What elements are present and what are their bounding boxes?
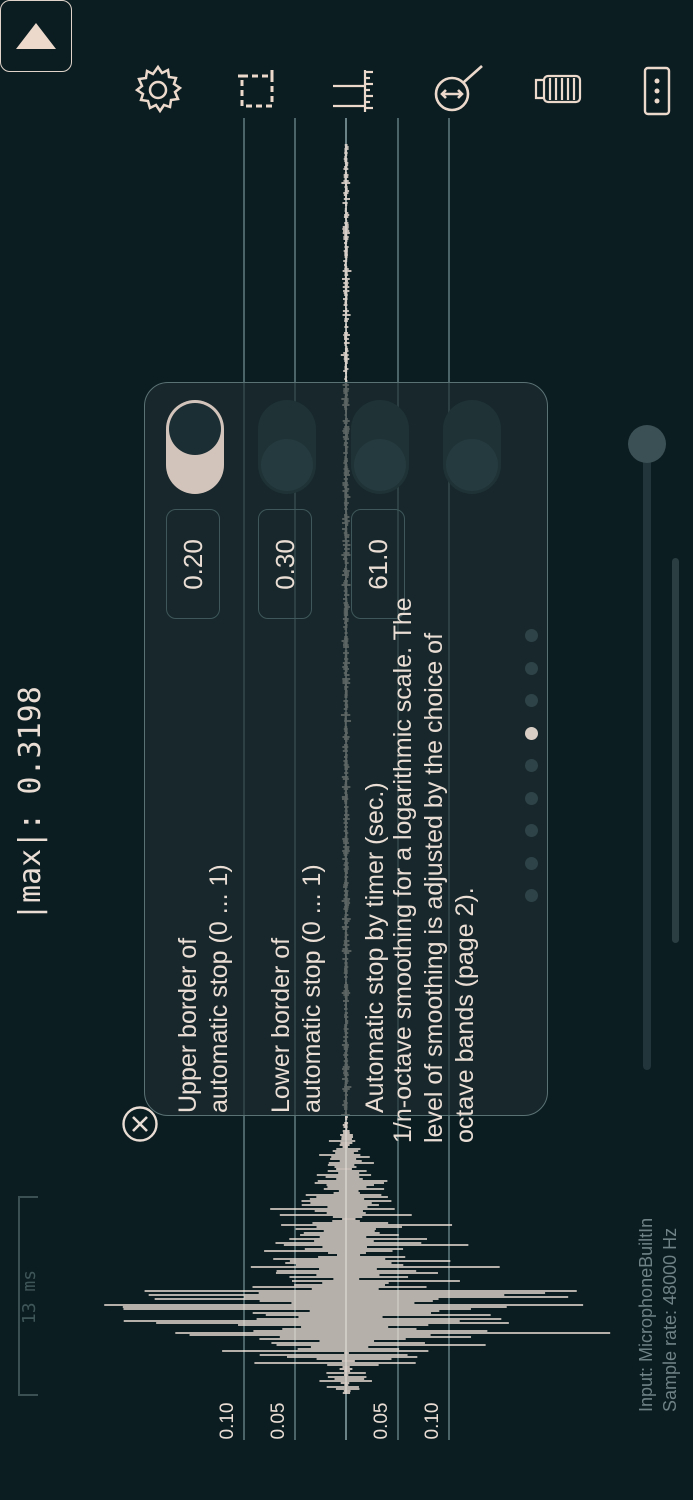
scrollbar[interactable]	[672, 558, 679, 943]
axis-label: 0.10	[422, 1402, 443, 1440]
axis-label: 0.05	[268, 1402, 289, 1440]
axis-label: 0.10	[217, 1402, 238, 1440]
upper-border-value-field[interactable]: 0.20	[166, 509, 220, 619]
timer-stop-toggle[interactable]	[351, 400, 409, 494]
upper-border-toggle[interactable]	[166, 400, 224, 494]
input-source-label: Input: MicrophoneBuiltIn	[636, 1217, 656, 1412]
page-dot[interactable]	[525, 856, 538, 870]
max-amplitude-readout: |max|: 0.3198	[13, 686, 48, 921]
page-dot[interactable]	[525, 759, 538, 772]
description-line3: octave bands (page 2).	[451, 887, 479, 1143]
page-dot[interactable]	[525, 629, 538, 642]
page-dot[interactable]	[525, 791, 538, 805]
description-line2: level of smoothing is adjusted by the ch…	[420, 632, 448, 1143]
axis-label: 0.05	[371, 1402, 392, 1440]
lower-border-toggle[interactable]	[258, 400, 316, 494]
page-dot[interactable]	[525, 889, 538, 902]
slider-thumb[interactable]	[628, 425, 666, 463]
page-dot[interactable]	[525, 824, 538, 837]
settings-panel: Upper border of automatic stop (0 ... 1)…	[144, 382, 548, 1143]
lower-border-label-line1: Lower border of	[267, 937, 295, 1113]
smoothing-toggle[interactable]	[443, 400, 501, 494]
lower-border-value-field[interactable]: 0.30	[258, 509, 312, 619]
page-dot[interactable]	[525, 661, 538, 675]
scale-bar-label: 13 ms	[19, 1269, 40, 1325]
upper-border-label-line1: Upper border of	[174, 937, 202, 1113]
page-dot[interactable]	[525, 726, 538, 740]
slider-track[interactable]	[643, 440, 651, 1070]
sample-rate-label: Sample rate: 48000 Hz	[660, 1227, 680, 1412]
upper-border-label-line2: automatic stop (0 ... 1)	[205, 864, 233, 1113]
page-dot[interactable]	[525, 694, 538, 707]
lower-border-label-line2: automatic stop (0 ... 1)	[298, 864, 326, 1113]
description-line1: 1/n-octave smoothing for a logarithmic s…	[389, 597, 417, 1143]
